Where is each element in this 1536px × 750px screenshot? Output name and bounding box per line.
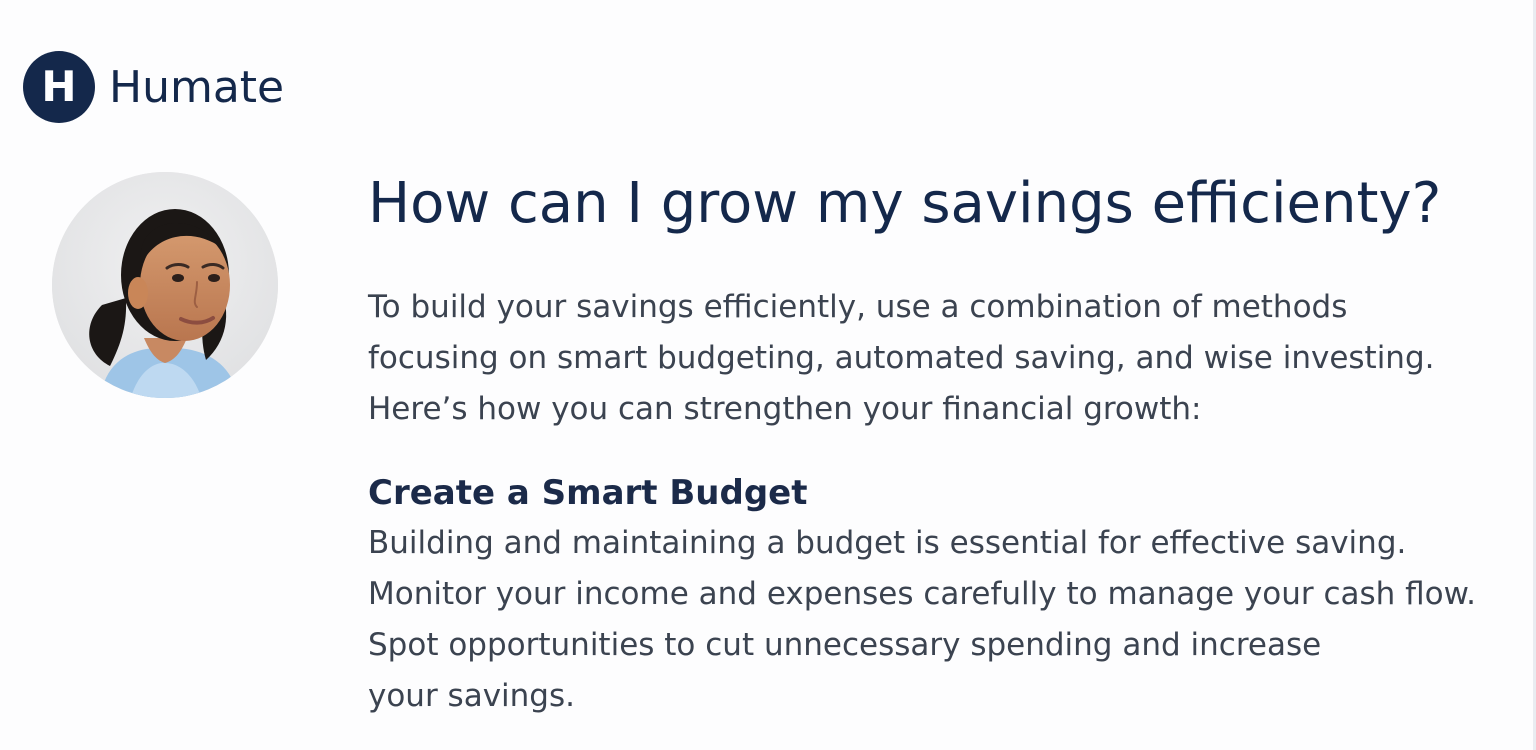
answer-intro: To build your savings efficiently, use a… — [368, 282, 1478, 435]
section-heading-smart-budget: Create a Smart Budget — [368, 473, 808, 513]
brand-logo[interactable]: H Humate — [23, 51, 284, 123]
section-body-line: Building and maintaining a budget is ess… — [368, 525, 1407, 561]
answer-intro-line: To build your savings efficiently, use a… — [368, 289, 1348, 325]
section-body-line: your savings. — [368, 678, 575, 714]
user-avatar — [52, 172, 278, 398]
brand-mark-letter: H — [41, 62, 77, 111]
chat-answer: How can I grow my savings efficienty? To… — [368, 171, 1518, 722]
brand-name: Humate — [109, 62, 285, 113]
section-body-smart-budget: Building and maintaining a budget is ess… — [368, 518, 1528, 722]
humate-h-icon: H — [23, 51, 95, 123]
question-heading: How can I grow my savings efficienty? — [368, 171, 1442, 236]
section-body-line: Monitor your income and expenses careful… — [368, 576, 1477, 612]
answer-intro-line: focusing on smart budgeting, automated s… — [368, 340, 1435, 376]
answer-intro-line: Here’s how you can strengthen your finan… — [368, 391, 1202, 427]
person-portrait-icon — [52, 172, 278, 398]
section-body-line: Spot opportunities to cut unnecessary sp… — [368, 627, 1322, 663]
